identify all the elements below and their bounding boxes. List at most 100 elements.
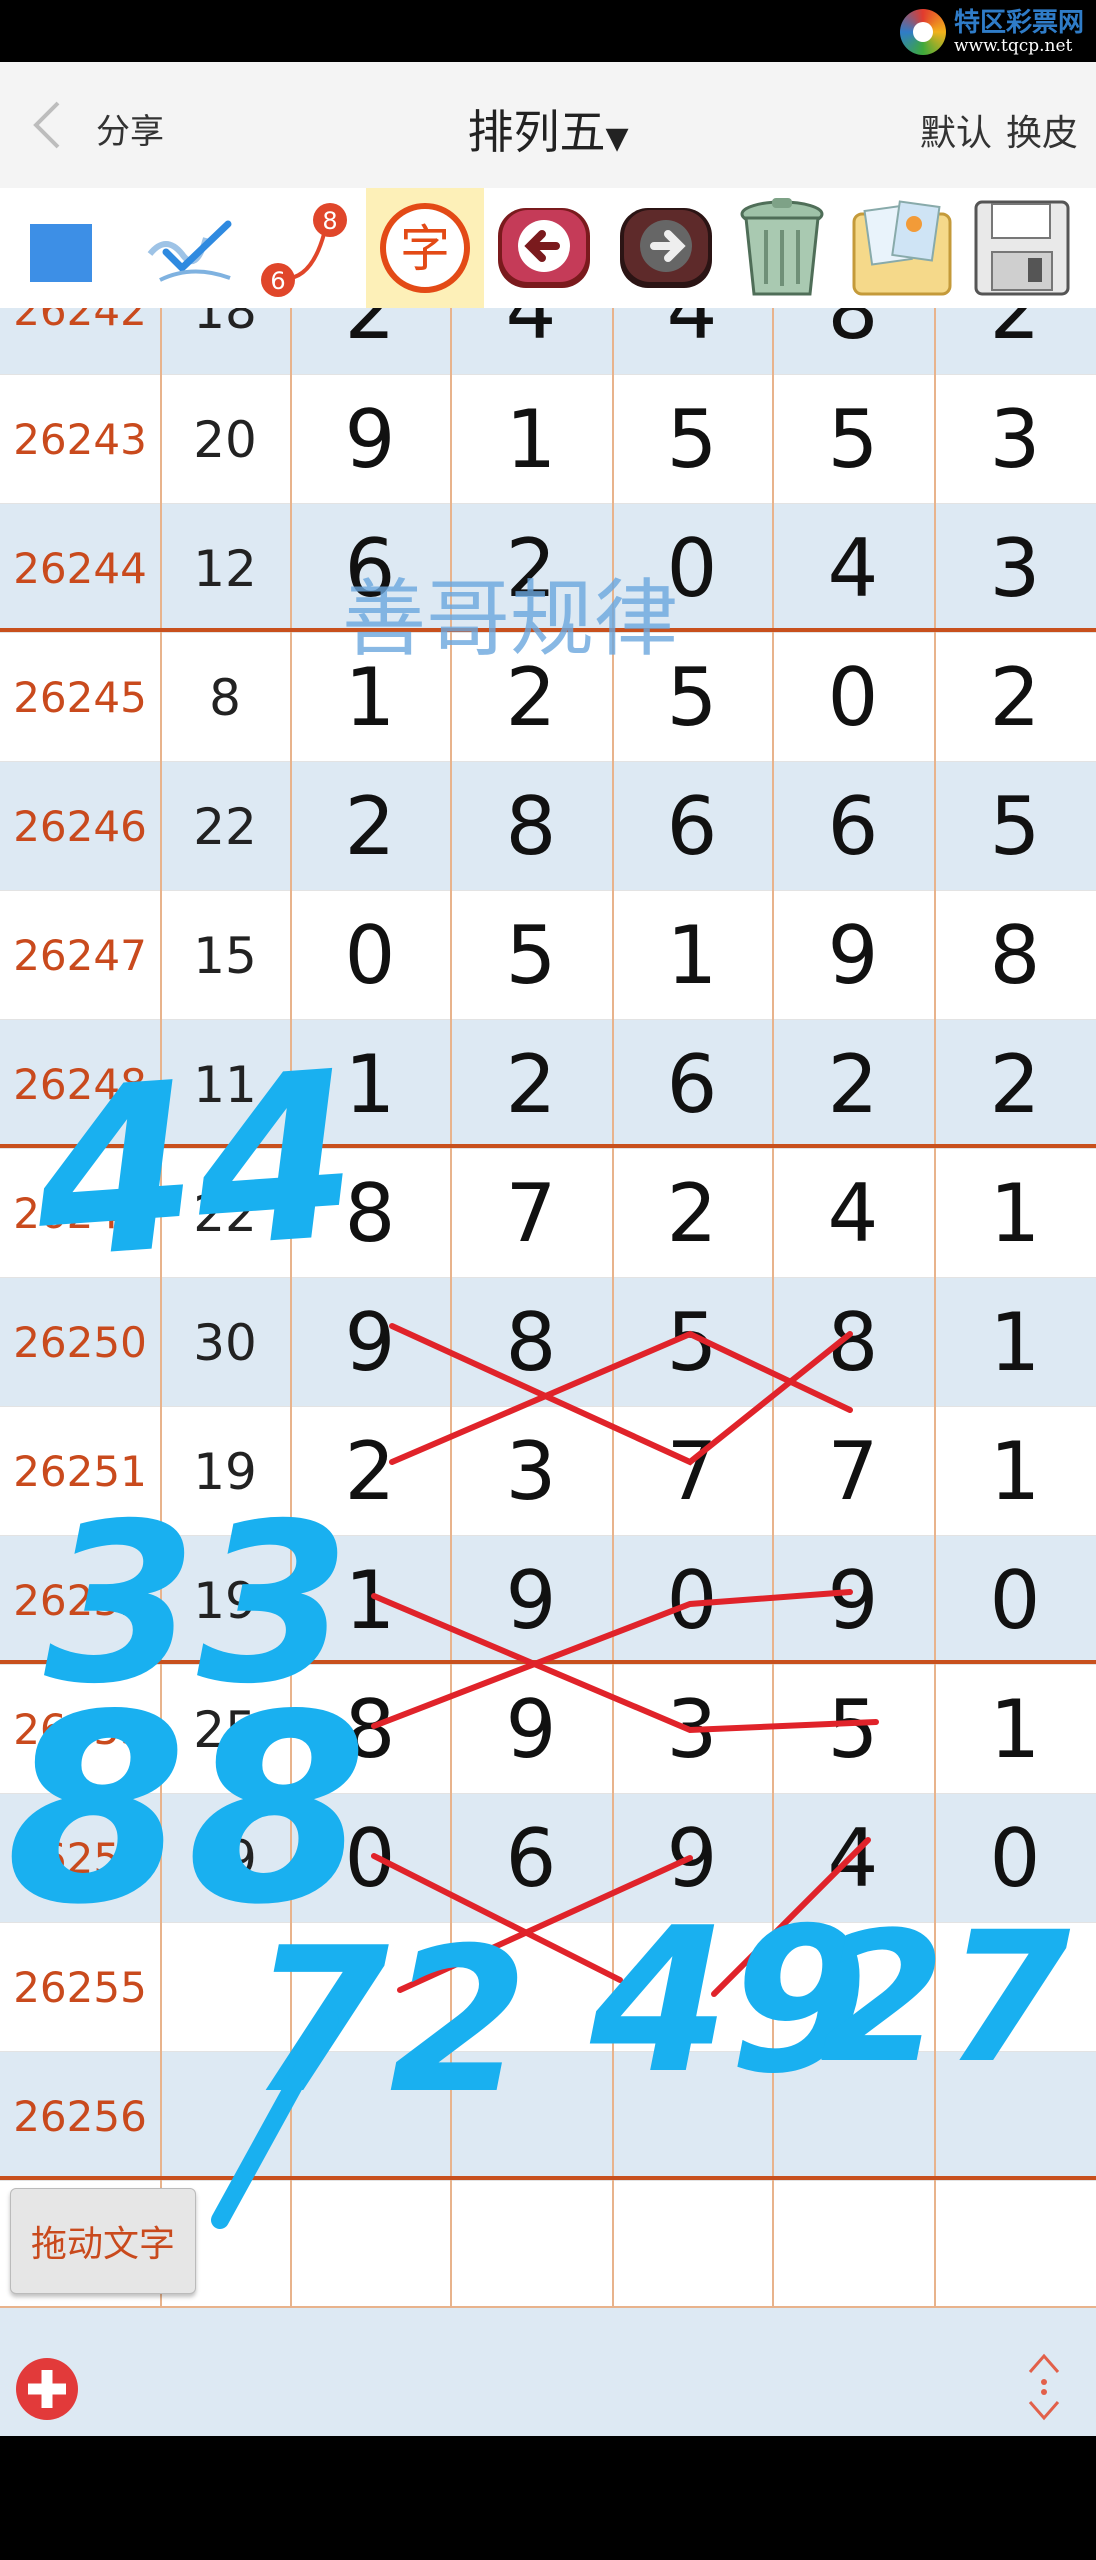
digit-cell[interactable]: 0	[612, 504, 772, 633]
table-row[interactable]: 26251 19 2 3 7 7 1	[0, 1407, 1096, 1536]
digit-cell[interactable]: 0	[290, 891, 450, 1020]
digit-cell[interactable]: 7	[612, 1407, 772, 1536]
digit-cell[interactable]: 5	[450, 891, 612, 1020]
table-row[interactable]: 26255	[0, 1923, 1096, 2052]
digit-cell[interactable]	[612, 1923, 772, 2052]
digit-cell[interactable]: 9	[290, 1278, 450, 1407]
table-row[interactable]: 26245 8 1 2 5 0 2	[0, 633, 1096, 762]
number-grid[interactable]: 26242 18 2 4 4 8 2 26243 20 9 1 5 5 3 26244 12 6 2 0 4 3 2624…	[0, 308, 1096, 2306]
digit-cell[interactable]: 6	[290, 504, 450, 633]
table-row[interactable]: 26243 20 9 1 5 5 3	[0, 375, 1096, 504]
digit-cell[interactable]: 8	[450, 762, 612, 891]
digit-cell[interactable]	[772, 2052, 934, 2181]
digit-cell[interactable]: 2	[612, 1149, 772, 1278]
digit-cell[interactable]: 2	[290, 762, 450, 891]
digit-cell[interactable]: 3	[450, 1407, 612, 1536]
table-row[interactable]: 26246 22 2 8 6 6 5	[0, 762, 1096, 891]
undo-arrow-icon[interactable]	[490, 194, 598, 302]
pen-check-icon[interactable]	[136, 194, 244, 302]
digit-cell[interactable]	[934, 2181, 1096, 2306]
redo-arrow-icon[interactable]	[612, 194, 720, 302]
digit-cell[interactable]: 5	[772, 375, 934, 504]
digit-cell[interactable]	[450, 1923, 612, 2052]
digit-cell[interactable]: 6	[612, 1020, 772, 1149]
digit-cell[interactable]	[450, 2181, 612, 2306]
add-icon[interactable]	[14, 2356, 80, 2422]
link-numbers-icon[interactable]: 8 6	[250, 194, 358, 302]
digit-cell[interactable]: 0	[290, 1794, 450, 1923]
digit-cell[interactable]: 4	[772, 504, 934, 633]
digit-cell[interactable]: 2	[290, 308, 450, 375]
digit-cell[interactable]: 1	[290, 633, 450, 762]
scroll-updown-icon[interactable]	[1022, 2350, 1066, 2424]
table-row[interactable]: 26250 30 9 8 5 8 1	[0, 1278, 1096, 1407]
digit-cell[interactable]: 1	[612, 891, 772, 1020]
digit-cell[interactable]: 8	[450, 1278, 612, 1407]
digit-cell[interactable]: 2	[934, 633, 1096, 762]
digit-cell[interactable]	[612, 2052, 772, 2181]
digit-cell[interactable]	[450, 2052, 612, 2181]
digit-cell[interactable]: 5	[612, 375, 772, 504]
digit-cell[interactable]	[290, 1923, 450, 2052]
digit-cell[interactable]: 7	[772, 1407, 934, 1536]
digit-cell[interactable]	[612, 2181, 772, 2306]
digit-cell[interactable]: 9	[450, 1665, 612, 1794]
digit-cell[interactable]: 2	[450, 504, 612, 633]
digit-cell[interactable]: 3	[934, 504, 1096, 633]
digit-cell[interactable]: 5	[772, 1665, 934, 1794]
digit-cell[interactable]: 0	[772, 633, 934, 762]
digit-cell[interactable]: 1	[934, 1149, 1096, 1278]
digit-cell[interactable]: 2	[934, 1020, 1096, 1149]
trash-icon[interactable]	[728, 194, 836, 302]
digit-cell[interactable]	[934, 2052, 1096, 2181]
digit-cell[interactable]: 2	[450, 1020, 612, 1149]
digit-cell[interactable]: 6	[450, 1794, 612, 1923]
digit-cell[interactable]: 0	[934, 1794, 1096, 1923]
digit-cell[interactable]: 1	[290, 1020, 450, 1149]
digit-cell[interactable]: 1	[934, 1278, 1096, 1407]
table-row[interactable]: 26252 19 1 9 0 9 0	[0, 1536, 1096, 1665]
digit-cell[interactable]: 2	[772, 1020, 934, 1149]
save-disk-icon[interactable]	[968, 194, 1076, 302]
digit-cell[interactable]: 6	[772, 762, 934, 891]
digit-cell[interactable]: 1	[450, 375, 612, 504]
table-row[interactable]: 26253 25 8 9 3 5 1	[0, 1665, 1096, 1794]
digit-cell[interactable]: 8	[290, 1665, 450, 1794]
digit-cell[interactable]: 0	[612, 1536, 772, 1665]
default-button[interactable]: 默认	[920, 113, 992, 154]
table-row[interactable]: 26256	[0, 2052, 1096, 2181]
digit-cell[interactable]: 5	[612, 1278, 772, 1407]
digit-cell[interactable]	[290, 2181, 450, 2306]
table-row[interactable]: 26249 22 8 7 2 4 1	[0, 1149, 1096, 1278]
digit-cell[interactable]: 6	[612, 762, 772, 891]
digit-cell[interactable]: 9	[290, 375, 450, 504]
digit-cell[interactable]: 1	[934, 1665, 1096, 1794]
digit-cell[interactable]	[772, 1923, 934, 2052]
digit-cell[interactable]: 2	[450, 633, 612, 762]
digit-cell[interactable]: 3	[934, 375, 1096, 504]
digit-cell[interactable]: 4	[450, 308, 612, 375]
digit-cell[interactable]: 1	[290, 1536, 450, 1665]
table-row[interactable]: 26244 12 6 2 0 4 3	[0, 504, 1096, 633]
table-row[interactable]: 26248 11 1 2 6 2 2	[0, 1020, 1096, 1149]
char-icon[interactable]: 字	[366, 188, 484, 308]
digit-cell[interactable]	[934, 1923, 1096, 2052]
table-row[interactable]: 26247 15 0 5 1 9 8	[0, 891, 1096, 1020]
digit-cell[interactable]	[772, 2181, 934, 2306]
digit-cell[interactable]: 8	[934, 891, 1096, 1020]
digit-cell[interactable]: 5	[612, 633, 772, 762]
table-row[interactable]: 26254 19 0 6 9 4 0	[0, 1794, 1096, 1923]
digit-cell[interactable]: 9	[612, 1794, 772, 1923]
blue-square-icon[interactable]	[10, 194, 118, 302]
digit-cell[interactable]: 5	[934, 762, 1096, 891]
digit-cell[interactable]: 9	[450, 1536, 612, 1665]
digit-cell[interactable]: 0	[934, 1536, 1096, 1665]
digit-cell[interactable]: 2	[934, 308, 1096, 375]
change-skin-button[interactable]: 换皮	[1006, 113, 1078, 154]
digit-cell[interactable]: 4	[612, 308, 772, 375]
digit-cell[interactable]	[290, 2052, 450, 2181]
digit-cell[interactable]: 4	[772, 1794, 934, 1923]
digit-cell[interactable]: 7	[450, 1149, 612, 1278]
digit-cell[interactable]: 9	[772, 891, 934, 1020]
digit-cell[interactable]: 2	[290, 1407, 450, 1536]
